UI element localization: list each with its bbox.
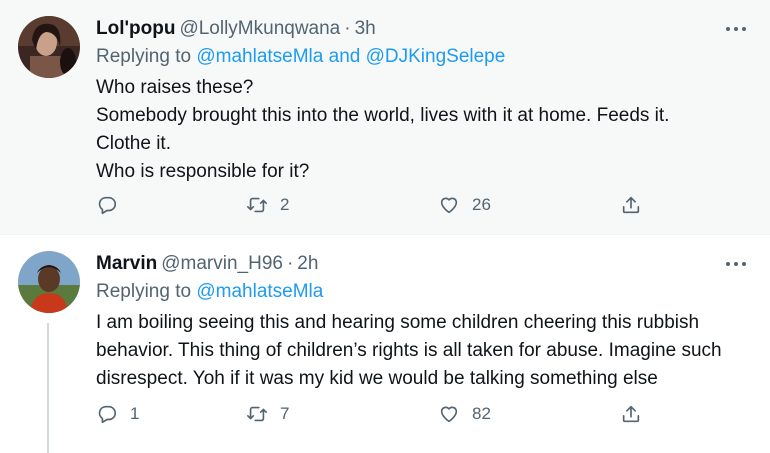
retweet-count: 7 — [280, 404, 290, 423]
like-button[interactable]: 82 — [438, 401, 491, 427]
tweet-text-line: Somebody brought this into the world, li… — [96, 105, 670, 126]
share-icon — [622, 405, 640, 423]
tweet[interactable]: Marvin @marvin_H96 · 2h Replying to @mahlat… — [0, 234, 770, 453]
thread-line — [47, 323, 49, 453]
reply-icon — [98, 405, 117, 424]
separator-dot: · — [344, 18, 351, 39]
replying-prefix: Replying to — [96, 281, 192, 302]
user-handle[interactable]: @LollyMkunqwana — [179, 18, 340, 39]
tweet-text-line: Who is responsible for it? — [96, 161, 310, 182]
display-name[interactable]: Lol'popu — [96, 18, 175, 39]
retweet-button[interactable]: 2 — [246, 192, 289, 218]
replying-prefix: Replying to — [96, 46, 192, 67]
tweet-actions: 2 26 — [96, 192, 656, 218]
tweet-text-line: Who raises these? — [96, 77, 254, 98]
replying-to: Replying to @mahlatseMla — [96, 281, 323, 303]
tweet-text-line: I am boiling seeing this and hearing som… — [96, 312, 700, 333]
more-icon[interactable] — [724, 253, 748, 273]
like-count: 82 — [472, 404, 491, 423]
mention-joiner: and — [328, 46, 361, 67]
replying-to: Replying to @mahlatseMla and @DJKingSele… — [96, 46, 505, 68]
mention-link[interactable]: @DJKingSelepe — [366, 46, 506, 67]
like-count: 26 — [472, 195, 491, 214]
reply-icon — [98, 196, 117, 215]
tweet-text-line: behavior. This thing of children’s right… — [96, 340, 722, 361]
retweet-count: 2 — [280, 195, 290, 214]
mention-link[interactable]: @mahlatseMla — [196, 281, 323, 302]
avatar[interactable] — [18, 251, 80, 313]
retweet-icon — [247, 197, 267, 213]
tweet-text: Who raises these? Somebody brought this … — [96, 74, 756, 186]
tweet-actions: 1 7 82 — [96, 401, 656, 427]
like-button[interactable]: 26 — [438, 192, 491, 218]
heart-icon — [440, 406, 458, 423]
retweet-button[interactable]: 7 — [246, 401, 289, 427]
reply-button[interactable] — [96, 192, 130, 218]
separator-dot: · — [286, 253, 294, 274]
display-name[interactable]: Marvin — [96, 253, 157, 274]
timestamp[interactable]: 2h — [297, 253, 318, 274]
tweet[interactable]: Lol'popu @LollyMkunqwana · 3h Replying to @… — [0, 0, 770, 234]
reply-button[interactable]: 1 — [96, 401, 139, 427]
share-button[interactable] — [620, 401, 642, 427]
reply-count: 1 — [130, 404, 140, 423]
avatar[interactable] — [18, 16, 80, 78]
mention-link[interactable]: @mahlatseMla — [196, 46, 323, 67]
user-handle[interactable]: @marvin_H96 — [161, 253, 283, 274]
share-button[interactable] — [620, 192, 642, 218]
tweet-text-line: disrespect. Yoh if it was my kid we woul… — [96, 368, 658, 389]
tweet-header: Lol'popu @LollyMkunqwana · 3h — [96, 18, 376, 40]
tweet-text-line: Clothe it. — [96, 133, 171, 154]
heart-icon — [440, 197, 458, 214]
timestamp[interactable]: 3h — [355, 18, 376, 39]
more-icon[interactable] — [724, 18, 748, 38]
tweet-text: I am boiling seeing this and hearing som… — [96, 309, 756, 393]
tweet-header: Marvin @marvin_H96 · 2h — [96, 253, 318, 275]
share-icon — [622, 196, 640, 214]
retweet-icon — [247, 406, 267, 422]
